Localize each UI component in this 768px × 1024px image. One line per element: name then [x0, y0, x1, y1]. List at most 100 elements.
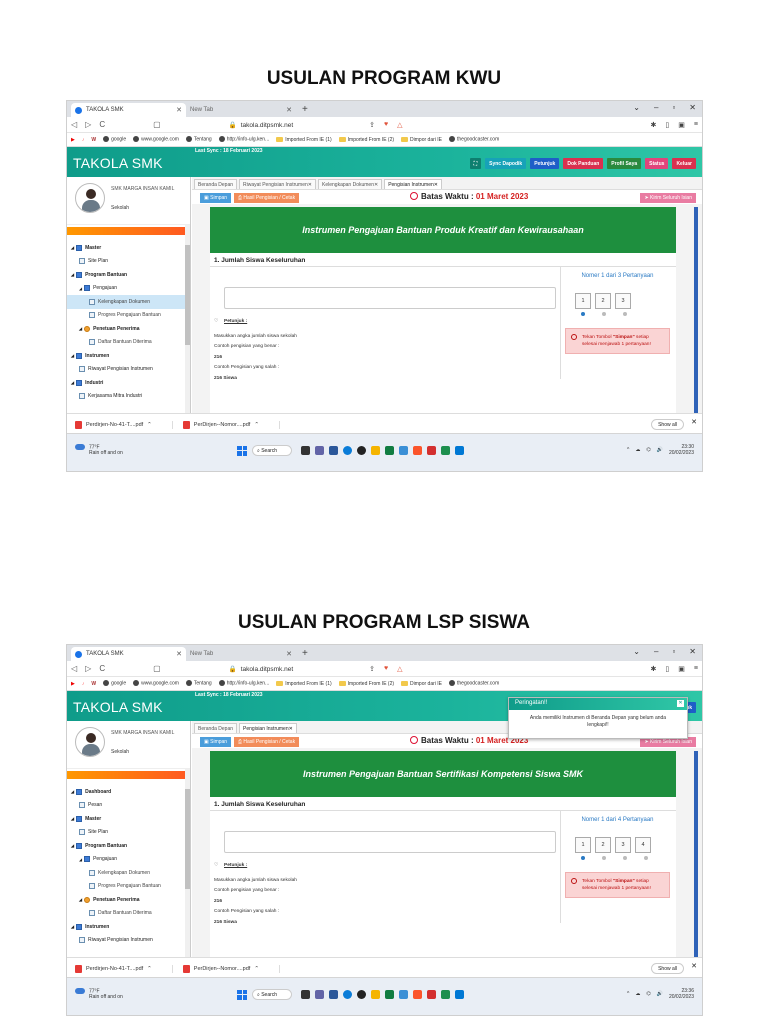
tab-beranda-depan[interactable]: Beranda Depan	[194, 723, 238, 733]
sidebar-item-dashboard[interactable]: ◢ Dashboard	[67, 785, 190, 799]
show-all-button[interactable]: Show all	[651, 963, 684, 974]
caret-icon[interactable]: ◢	[71, 924, 74, 929]
wallet-icon[interactable]: ▣	[678, 121, 685, 129]
caret-icon[interactable]: ◢	[79, 897, 82, 902]
download-item-2[interactable]: PerDirjen--Nomor....pdf ⌃	[182, 420, 280, 429]
wp-icon[interactable]: W	[91, 137, 96, 143]
minimize-icon[interactable]: –	[654, 103, 658, 112]
download-item-2[interactable]: PerDirjen--Nomor....pdf ⌃	[182, 964, 280, 973]
close-window-icon[interactable]: ✕	[689, 647, 696, 656]
sidebar-item-pesan[interactable]: Pesan	[67, 799, 190, 813]
shield-icon[interactable]: ♥	[384, 121, 388, 129]
sidebar-item-kelengkapan-dokumen[interactable]: Kelengkapan Dokumen	[67, 866, 190, 880]
chevron-down-icon[interactable]: ⌄	[633, 647, 640, 656]
taskbar-search[interactable]: ⌕ Search	[252, 445, 292, 456]
teams-icon[interactable]	[315, 990, 324, 999]
print-button[interactable]: ⎙ Hasil Pengisian / Cetak	[234, 737, 300, 747]
answer-input[interactable]	[224, 287, 556, 309]
reload-icon[interactable]: C	[99, 120, 105, 129]
chrome-icon[interactable]	[357, 990, 366, 999]
share-icon[interactable]: ⇪	[369, 121, 375, 129]
browser-tab-new[interactable]: New Tab ✕	[186, 647, 296, 661]
close-downloads-icon[interactable]: ✕	[691, 962, 697, 970]
sidebar-scrollbar[interactable]	[185, 769, 190, 957]
photos-icon[interactable]	[399, 446, 408, 455]
extension-icon[interactable]: ✱	[651, 121, 657, 129]
content-scrollbar[interactable]	[694, 207, 698, 413]
close-icon[interactable]: ✕	[289, 726, 293, 732]
pager-dot[interactable]	[644, 856, 648, 860]
caret-icon[interactable]: ◢	[71, 380, 74, 385]
sidebar-item-progres-pengajuan-bantuan[interactable]: Progres Pengajuan Bantuan	[67, 309, 190, 323]
bookmark-item[interactable]: Tentang	[185, 136, 212, 143]
sidebar-item-daftar-bantuan-diterima[interactable]: Daftar Bantuan Diterima	[67, 336, 190, 350]
sidebar-item-instrumen[interactable]: ◢ Instrumen	[67, 349, 190, 363]
close-downloads-icon[interactable]: ✕	[691, 418, 697, 426]
taskview-icon[interactable]	[301, 990, 310, 999]
folder-icon[interactable]	[371, 990, 380, 999]
tray-chevron-icon[interactable]: ^	[627, 447, 629, 453]
sidebar-scrollbar[interactable]	[185, 225, 190, 413]
header-button-dok-panduan[interactable]: Dok Panduan	[563, 158, 604, 169]
chevron-up-icon[interactable]: ⌃	[147, 966, 152, 972]
photos-icon[interactable]	[399, 990, 408, 999]
app-logo[interactable]: TAKOLA SMK	[73, 699, 163, 715]
sidebar-item-riwayat-pengisian-instrumen[interactable]: Riwayat Pengisian Instrumen	[67, 363, 190, 377]
brave-icon[interactable]	[413, 990, 422, 999]
sidebar-item-progres-pengajuan-bantuan[interactable]: Progres Pengajuan Bantuan	[67, 880, 190, 894]
sidebar-item-instrumen[interactable]: ◢ Instrumen	[67, 920, 190, 934]
close-icon[interactable]: ✕	[677, 700, 684, 707]
wp-icon[interactable]: W	[91, 681, 96, 687]
tab-kelengkapan-dokumen[interactable]: Kelengkapan Dokumen ✕	[318, 179, 383, 189]
windows-start-icon[interactable]	[237, 445, 247, 456]
bookmark-item[interactable]: www.google.com	[133, 680, 179, 687]
caret-icon[interactable]: ◢	[71, 816, 74, 821]
sidebar-item-penetuan-penerima[interactable]: ◢ Penetuan Penerima	[67, 322, 190, 336]
download-item-1[interactable]: Perdirjen-No-41-T....pdf ⌃	[75, 420, 173, 429]
excel-icon-2[interactable]	[441, 990, 450, 999]
browser-tab-new[interactable]: New Tab ✕	[186, 103, 296, 117]
caret-icon[interactable]: ◢	[79, 326, 82, 331]
caret-icon[interactable]: ◢	[79, 857, 82, 862]
question-box[interactable]: 1	[575, 837, 591, 853]
back-icon[interactable]: ◁	[71, 120, 77, 129]
pager-dot[interactable]	[602, 312, 606, 316]
sidebar-item-kerjasama-mitra-industri[interactable]: Kerjasama Mitra Industri	[67, 390, 190, 404]
store-icon[interactable]	[455, 990, 464, 999]
excel-icon[interactable]	[385, 990, 394, 999]
header-button-status[interactable]: Status	[645, 158, 669, 169]
volume-icon[interactable]: 🔊	[657, 447, 663, 453]
send-all-button[interactable]: ➤ Kirim Seluruh Isian	[640, 193, 696, 203]
header-button-profil-saya[interactable]: Profil Saya	[607, 158, 642, 169]
taskbar-clock[interactable]: 23:36 20/02/2023	[669, 988, 694, 1000]
caret-icon[interactable]: ◢	[71, 843, 74, 848]
bookmark-item[interactable]: Imported From IE (1)	[276, 681, 332, 687]
folder-icon[interactable]	[371, 446, 380, 455]
alert-icon[interactable]: △	[397, 121, 402, 129]
menu-icon[interactable]: ≡	[694, 121, 698, 129]
tab-riwayat-pengisian-instrumen[interactable]: Riwayat Pengisian Instrumen ✕	[239, 179, 316, 189]
sidebar-item-daftar-bantuan-diterima[interactable]: Daftar Bantuan Diterima	[67, 907, 190, 921]
close-window-icon[interactable]: ✕	[689, 103, 696, 112]
show-all-button[interactable]: Show all	[651, 419, 684, 430]
header-button-sync-dapodik[interactable]: Sync Dapodik	[485, 158, 527, 169]
sidebar-item-pengajuan[interactable]: ◢ Pengajuan	[67, 853, 190, 867]
bookmark-item[interactable]: google	[103, 136, 126, 143]
header-button-keluar[interactable]: Keluar	[672, 158, 696, 169]
pager-dot[interactable]	[581, 856, 585, 860]
scrollbar-thumb[interactable]	[185, 245, 190, 345]
browser-tab-active[interactable]: TAKOLA SMK ✕	[71, 647, 186, 661]
bookmark-item[interactable]: Imported From IE (2)	[338, 681, 394, 687]
bookmark-page-icon[interactable]: ▢	[153, 664, 161, 673]
close-tab-icon[interactable]: ✕	[176, 106, 182, 114]
new-tab-button[interactable]: +	[296, 648, 314, 661]
weather-widget[interactable]: 77°F Rain off and on	[75, 988, 123, 1000]
chrome-icon[interactable]	[357, 446, 366, 455]
question-box[interactable]: 3	[615, 837, 631, 853]
sidebar-icon[interactable]: ▯	[665, 121, 669, 129]
sidebar-item-program-bantuan[interactable]: ◢ Program Bantuan	[67, 268, 190, 282]
bookmark-item[interactable]: http://info-ulg.ken...	[218, 680, 269, 687]
pager-dot[interactable]	[623, 312, 627, 316]
download-item-1[interactable]: Perdirjen-No-41-T....pdf ⌃	[75, 964, 173, 973]
reload-icon[interactable]: C	[99, 664, 105, 673]
